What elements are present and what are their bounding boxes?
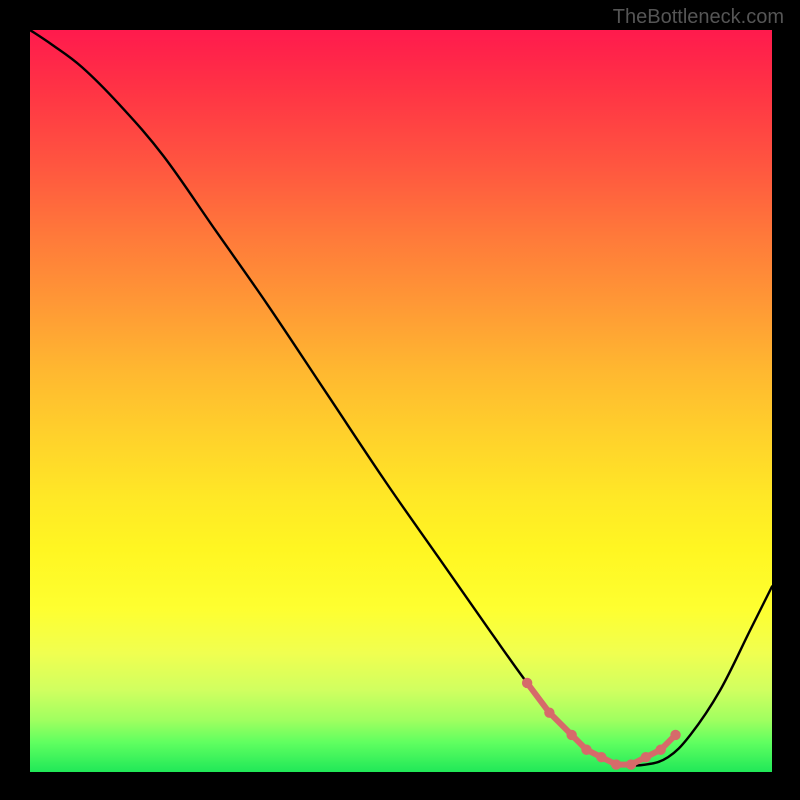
chart-gradient-background	[30, 30, 772, 772]
bottleneck-chart	[30, 30, 772, 772]
watermark-text: TheBottleneck.com	[613, 6, 784, 29]
